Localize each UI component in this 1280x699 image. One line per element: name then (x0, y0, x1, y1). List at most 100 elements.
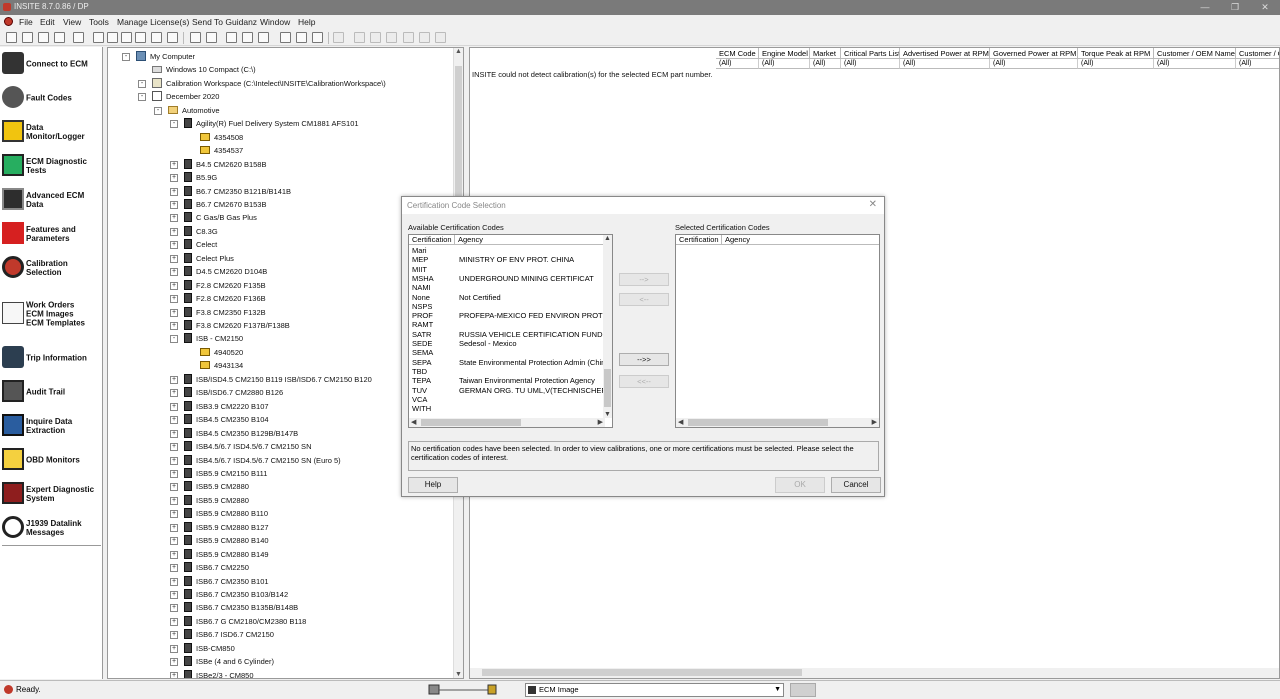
expand-icon[interactable]: + (170, 429, 178, 438)
filter-governed-power[interactable]: (All) (990, 59, 1078, 69)
tree-node[interactable]: Windows 10 Compact (C:\) (152, 63, 256, 76)
scroll-thumb[interactable] (604, 369, 611, 407)
sidebar-item-work-orders[interactable]: Work Orders ECM Images ECM Templates (2, 299, 101, 329)
toolbar-tool-5-icon[interactable] (73, 32, 84, 43)
add-button[interactable]: --> (619, 273, 669, 286)
filter-customer-oem-name[interactable]: (All) (1154, 59, 1236, 69)
available-col-certification[interactable]: Certification (409, 235, 455, 245)
chevron-down-icon[interactable]: ▼ (774, 684, 781, 696)
tree-node[interactable]: 4354537 (200, 144, 243, 157)
available-vertical-scrollbar[interactable]: ▲ ▼ (603, 235, 612, 418)
tree-node[interactable]: + ISB5.9 CM2150 B111 (170, 467, 267, 480)
filter-customer-o[interactable]: (All) (1236, 59, 1279, 69)
expand-icon[interactable]: + (170, 200, 178, 209)
toolbar-rewind-icon[interactable] (354, 32, 365, 43)
toolbar-tool-2-icon[interactable] (22, 32, 33, 43)
tree-node[interactable]: + ISB6.7 CM2350 B103/B142 (170, 588, 288, 601)
toolbar-tool-7-icon[interactable] (206, 32, 217, 43)
sidebar-item-advanced-ecm-data[interactable]: Advanced ECM Data (2, 185, 101, 215)
toolbar-cut-icon[interactable] (93, 32, 104, 43)
expand-icon[interactable]: + (170, 160, 178, 169)
tree-node[interactable]: + ISB3.9 CM2220 B107 (170, 400, 269, 413)
tree-node[interactable]: + ISB4.5 CM2350 B129B/B147B (170, 427, 298, 440)
scroll-down-arrow-icon[interactable]: ▼ (455, 671, 462, 678)
expand-icon[interactable]: + (170, 496, 178, 505)
expand-icon[interactable]: + (170, 550, 178, 559)
expand-icon[interactable]: + (170, 214, 178, 223)
expand-icon[interactable]: + (170, 564, 178, 573)
list-item[interactable]: None Not Certified (412, 293, 501, 302)
tree-node[interactable]: + ISB6.7 CM2350 B101 (170, 575, 269, 588)
expand-icon[interactable]: + (170, 389, 178, 398)
toolbar-stop-icon[interactable] (419, 32, 430, 43)
available-horizontal-scrollbar[interactable]: ◀ ▶ (409, 418, 605, 427)
list-item[interactable]: TBD (412, 367, 459, 376)
menu-tools[interactable]: Tools (89, 17, 109, 27)
toolbar-tool-11-icon[interactable] (296, 32, 307, 43)
minimize-button[interactable]: — (1190, 0, 1220, 15)
tree-node[interactable]: + ISB4.5/6.7 ISD4.5/6.7 CM2150 SN (170, 440, 311, 453)
sidebar-item-calibration-selection[interactable]: Calibration Selection (2, 253, 101, 283)
menu-manage-licenses[interactable]: Manage License(s) (117, 17, 189, 27)
expand-icon[interactable]: + (170, 523, 178, 532)
selected-col-certification[interactable]: Certification (676, 235, 722, 245)
scroll-left-arrow-icon[interactable]: ◀ (411, 418, 416, 426)
tree-node[interactable]: + Celect Plus (170, 252, 234, 265)
toolbar-find-icon[interactable] (167, 32, 178, 43)
scroll-left-arrow-icon[interactable]: ◀ (678, 418, 683, 426)
tree-node[interactable]: + ISB-CM850 (170, 642, 235, 655)
tree-node[interactable]: - Calibration Workspace (C:\Intelect\INSI… (138, 77, 386, 90)
tree-node[interactable]: + ISB6.7 CM2350 B135B/B148B (170, 601, 298, 614)
tree-node[interactable]: + F2.8 CM2620 F136B (170, 292, 266, 305)
tree-node[interactable]: + Celect (170, 238, 217, 251)
toolbar-tool-4-icon[interactable] (54, 32, 65, 43)
tree-node[interactable]: 4943134 (200, 359, 243, 372)
expand-icon[interactable]: + (170, 241, 178, 250)
filter-engine-model[interactable]: (All) (759, 59, 810, 69)
collapse-icon[interactable]: - (170, 120, 178, 129)
sidebar-item-connect-to-ecm[interactable]: Connect to ECM (2, 49, 101, 79)
list-item[interactable]: VCA (412, 395, 459, 404)
tree-node[interactable]: + ISB4.5/6.7 ISD4.5/6.7 CM2150 SN (Euro 5… (170, 454, 341, 467)
scroll-down-arrow-icon[interactable]: ▼ (604, 411, 611, 418)
cancel-button[interactable]: Cancel (831, 477, 881, 493)
toolbar-play-icon[interactable] (386, 32, 397, 43)
tree-node[interactable]: + B6.7 CM2670 B153B (170, 198, 266, 211)
expand-icon[interactable]: + (170, 281, 178, 290)
tree-node[interactable]: + C Gas/B Gas Plus (170, 211, 257, 224)
tree-node[interactable]: - Agility(R) Fuel Delivery System CM1881 … (170, 117, 359, 130)
menu-edit[interactable]: Edit (40, 17, 55, 27)
filter-critical-parts-list[interactable]: (All) (841, 59, 900, 69)
sidebar-item-data-monitor[interactable]: Data Monitor/Logger (2, 117, 101, 147)
column-header-torque-peak[interactable]: Torque Peak at RPM (1078, 48, 1154, 59)
toolbar-properties-icon[interactable] (151, 32, 162, 43)
list-item[interactable]: SEMA (412, 348, 459, 357)
scroll-right-arrow-icon[interactable]: ▶ (872, 418, 877, 426)
column-header-engine-model[interactable]: Engine Model (759, 48, 810, 59)
toolbar-tool-10-icon[interactable] (280, 32, 291, 43)
tree-node[interactable]: + ISB/ISD4.5 CM2150 B119 ISB/ISD6.7 CM215… (170, 373, 372, 386)
dialog-close-icon[interactable]: ✕ (869, 199, 877, 210)
menu-send-to-guidanz[interactable]: Send To Guidanz (192, 17, 257, 27)
available-col-agency[interactable]: Agency (455, 235, 605, 245)
expand-icon[interactable]: + (170, 604, 178, 613)
column-header-critical-parts-list[interactable]: Critical Parts List (841, 48, 900, 59)
toolbar-paste-icon[interactable] (121, 32, 132, 43)
menu-help[interactable]: Help (298, 17, 315, 27)
tree-node[interactable]: + F2.8 CM2620 F135B (170, 279, 266, 292)
expand-icon[interactable]: + (170, 308, 178, 317)
list-item[interactable]: RAMT (412, 320, 459, 329)
column-header-advertised-power[interactable]: Advertised Power at RPM (900, 48, 990, 59)
tree-node[interactable]: - My Computer (122, 50, 195, 63)
toolbar-tool-12-icon[interactable] (333, 32, 344, 43)
tree-node[interactable]: + ISB6.7 ISD6.7 CM2150 (170, 628, 274, 641)
tree-node[interactable]: + ISB5.9 CM2880 B149 (170, 548, 269, 561)
toolbar-pause-icon[interactable] (403, 32, 414, 43)
tree-node[interactable]: + ISB5.9 CM2880 (170, 494, 249, 507)
list-item[interactable]: SEPA State Environmental Protection Admin… (412, 358, 612, 367)
sidebar-item-inquire-data-extraction[interactable]: Inquire Data Extraction (2, 411, 101, 441)
column-header-market[interactable]: Market (810, 48, 841, 59)
tree-node[interactable]: + F3.8 CM2350 F132B (170, 306, 266, 319)
tree-node[interactable]: + D4.5 CM2620 D104B (170, 265, 267, 278)
tree-node[interactable]: + ISB6.7 CM2250 (170, 561, 249, 574)
